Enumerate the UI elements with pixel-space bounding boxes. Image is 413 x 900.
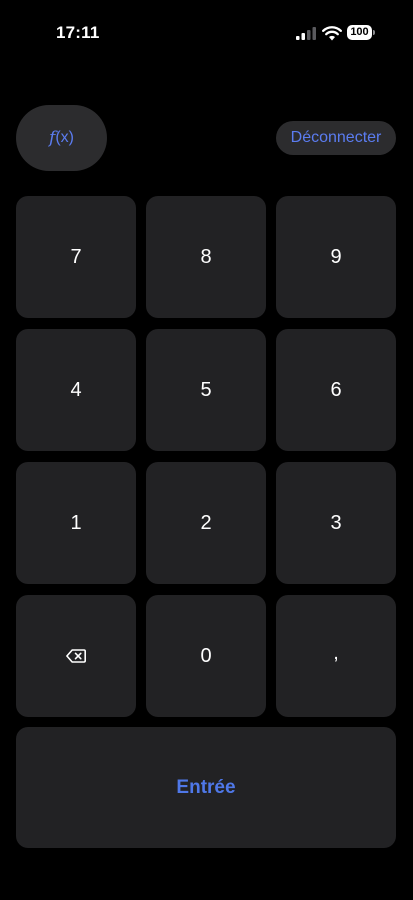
key-4[interactable]: 4 bbox=[16, 329, 136, 451]
key-decimal-comma[interactable]: , bbox=[276, 595, 396, 717]
backspace-icon bbox=[66, 649, 86, 663]
key-5[interactable]: 5 bbox=[146, 329, 266, 451]
key-6[interactable]: 6 bbox=[276, 329, 396, 451]
function-button[interactable]: f (x) bbox=[16, 105, 107, 171]
key-3[interactable]: 3 bbox=[276, 462, 396, 584]
key-8[interactable]: 8 bbox=[146, 196, 266, 318]
wifi-icon bbox=[322, 26, 342, 41]
key-7[interactable]: 7 bbox=[16, 196, 136, 318]
battery-tip bbox=[373, 30, 375, 35]
enter-button[interactable]: Entrée bbox=[16, 727, 396, 848]
backspace-key[interactable] bbox=[16, 595, 136, 717]
key-1[interactable]: 1 bbox=[16, 462, 136, 584]
battery-level: 100 bbox=[347, 25, 372, 40]
function-argument: (x) bbox=[55, 129, 74, 146]
key-0[interactable]: 0 bbox=[146, 595, 266, 717]
status-bar: 17:11 100 bbox=[0, 0, 413, 66]
cellular-signal-icon bbox=[296, 27, 316, 40]
key-2[interactable]: 2 bbox=[146, 462, 266, 584]
battery-indicator: 100 bbox=[347, 25, 377, 41]
logout-button[interactable]: Déconnecter bbox=[276, 121, 396, 155]
status-time: 17:11 bbox=[56, 23, 100, 42]
numeric-keypad: 7 8 9 4 5 6 1 2 3 0 , bbox=[16, 196, 396, 717]
key-9[interactable]: 9 bbox=[276, 196, 396, 318]
